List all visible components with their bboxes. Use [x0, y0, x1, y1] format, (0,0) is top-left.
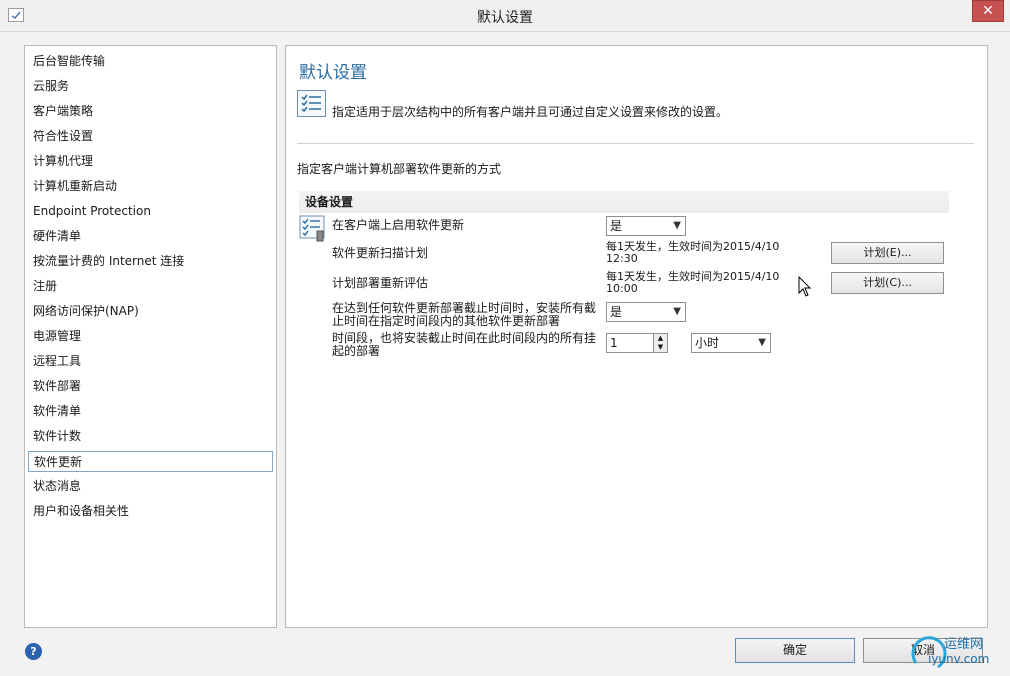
nav-item-software-metering[interactable]: 软件计数 — [28, 426, 273, 447]
settings-nav: 后台智能传输 云服务 客户端策略 符合性设置 计算机代理 计算机重新启动 End… — [24, 45, 277, 628]
scan-schedule-text: 每1天发生，生效时间为2015/4/10 12:30 — [606, 241, 779, 265]
deadline-label-line1: 在达到任何软件更新部署截止时间时，安装所有截 — [332, 301, 597, 315]
device-settings-header: 设备设置 — [299, 191, 949, 213]
nav-item-computer-restart[interactable]: 计算机重新启动 — [28, 176, 273, 197]
nav-item-remote-tools[interactable]: 远程工具 — [28, 351, 273, 372]
period-value: 1 — [610, 336, 618, 350]
nav-item-compliance[interactable]: 符合性设置 — [28, 126, 273, 147]
deadline-value: 是 — [610, 305, 623, 319]
nav-item-bits[interactable]: 后台智能传输 — [28, 51, 273, 72]
settings-checklist-icon — [299, 215, 327, 242]
chevron-down-icon: ▼ — [673, 306, 681, 317]
chevron-down-icon: ▼ — [673, 220, 681, 231]
period-label-line2: 起的部署 — [332, 344, 381, 358]
period-unit-select[interactable]: 小时 ▼ — [691, 333, 771, 353]
nav-item-computer-agent[interactable]: 计算机代理 — [28, 151, 273, 172]
nav-item-endpoint-protection[interactable]: Endpoint Protection — [28, 201, 273, 222]
title-bar: 默认设置 ✕ — [0, 0, 1010, 32]
close-button[interactable]: ✕ — [972, 0, 1004, 22]
page-title: 默认设置 — [299, 63, 367, 83]
enable-updates-select[interactable]: 是 ▼ — [606, 216, 686, 236]
reevaluation-label: 计划部署重新评估 — [332, 276, 429, 290]
scan-schedule-label: 软件更新扫描计划 — [332, 246, 429, 260]
deadline-label-line2: 止时间在指定时间段内的其他软件更新部署 — [332, 314, 561, 328]
nav-item-metered-internet[interactable]: 按流量计费的 Internet 连接 — [28, 251, 273, 272]
period-label: 时间段，也将安装截止时间在此时间段内的所有挂 起的部署 — [332, 332, 596, 358]
enable-updates-value: 是 — [610, 219, 623, 233]
nav-item-software-deployment[interactable]: 软件部署 — [28, 376, 273, 397]
nav-item-software-inventory[interactable]: 软件清单 — [28, 401, 273, 422]
watermark-line2: iyunv.com — [928, 652, 989, 666]
period-stepper[interactable]: 1 ▲ ▼ — [606, 333, 668, 353]
chevron-down-icon: ▼ — [758, 337, 766, 348]
ok-button[interactable]: 确定 — [735, 638, 855, 663]
settings-panel: 默认设置 指定适用于层次结构中的所有客户端并且可通过自定义设置来修改的设置。 指… — [285, 45, 988, 628]
nav-item-hardware-inventory[interactable]: 硬件清单 — [28, 226, 273, 247]
watermark-line1: 运维网 — [944, 637, 983, 652]
section-description: 指定客户端计算机部署软件更新的方式 — [297, 162, 502, 176]
divider — [297, 143, 974, 144]
watermark-logo: 运维网 iyunv.com — [908, 633, 1008, 673]
reevaluation-schedule-text: 每1天发生，生效时间为2015/4/10 10:00 — [606, 271, 779, 295]
nav-item-state-messages[interactable]: 状态消息 — [28, 476, 273, 497]
deadline-select[interactable]: 是 ▼ — [606, 302, 686, 322]
reevaluation-schedule-line2: 10:00 — [606, 282, 638, 295]
reevaluation-schedule-button[interactable]: 计划(C)... — [831, 272, 944, 294]
deadline-label: 在达到任何软件更新部署截止时间时，安装所有截 止时间在指定时间段内的其他软件更新部… — [332, 302, 596, 328]
nav-item-user-device-affinity[interactable]: 用户和设备相关性 — [28, 501, 273, 522]
help-icon[interactable]: ? — [25, 643, 42, 660]
nav-item-client-policy[interactable]: 客户端策略 — [28, 101, 273, 122]
window-title: 默认设置 — [477, 10, 533, 26]
enable-updates-label: 在客户端上启用软件更新 — [332, 218, 465, 232]
nav-item-enrollment[interactable]: 注册 — [28, 276, 273, 297]
nav-item-cloud[interactable]: 云服务 — [28, 76, 273, 97]
page-description: 指定适用于层次结构中的所有客户端并且可通过自定义设置来修改的设置。 — [332, 105, 729, 119]
scan-schedule-line2: 12:30 — [606, 252, 638, 265]
spin-down-icon[interactable]: ▼ — [653, 343, 667, 352]
period-unit-value: 小时 — [695, 336, 720, 350]
checklist-icon — [297, 90, 326, 117]
nav-item-power-management[interactable]: 电源管理 — [28, 326, 273, 347]
nav-item-nap[interactable]: 网络访问保护(NAP) — [28, 301, 273, 322]
mouse-cursor-icon — [798, 275, 812, 301]
period-label-line1: 时间段，也将安装截止时间在此时间段内的所有挂 — [332, 331, 597, 345]
nav-item-software-updates[interactable]: 软件更新 — [28, 451, 273, 472]
scan-schedule-button[interactable]: 计划(E)... — [831, 242, 944, 264]
